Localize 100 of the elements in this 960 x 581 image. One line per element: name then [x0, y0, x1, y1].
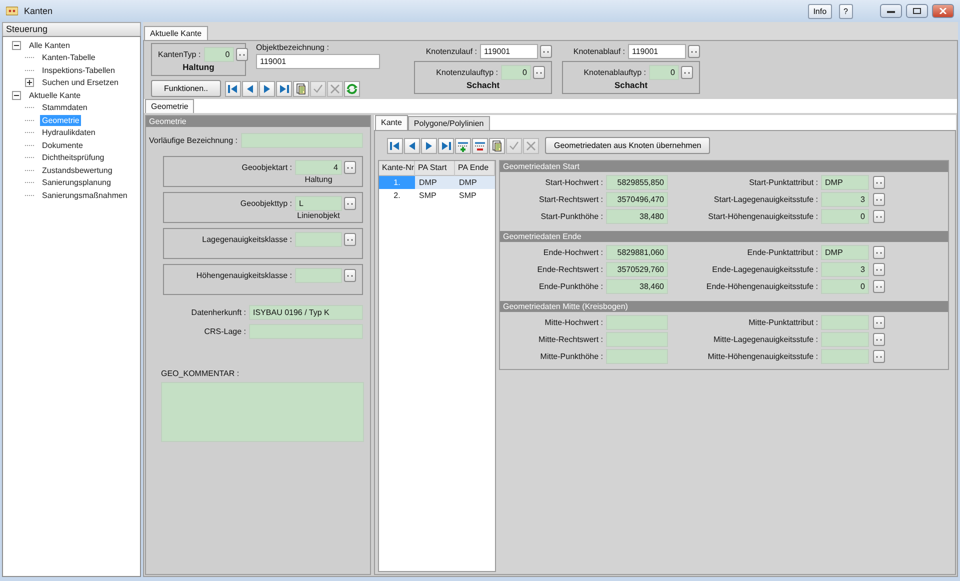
- field-label: Ende-Punktattribut :: [746, 248, 818, 257]
- browse-button[interactable]: [236, 48, 248, 61]
- browse-button[interactable]: [873, 350, 885, 363]
- next-button[interactable]: [259, 80, 275, 96]
- browse-button[interactable]: [344, 269, 356, 282]
- section-header: Geometriedaten Mitte (Kreisbogen): [500, 301, 948, 312]
- field-label: Ende-Lagegenauigkeitsstufe :: [711, 265, 818, 274]
- browse-button[interactable]: [873, 246, 885, 259]
- info-button[interactable]: Info: [808, 4, 832, 18]
- field-label: Ende-Höhengenauigkeitsstufe :: [705, 282, 818, 291]
- input-field[interactable]: 0: [204, 47, 234, 62]
- browse-button[interactable]: [540, 45, 552, 58]
- browse-button[interactable]: [688, 45, 700, 58]
- input-field[interactable]: 4: [295, 160, 342, 175]
- tree-item[interactable]: Dichtheitsprüfung: [40, 152, 106, 164]
- input-field[interactable]: 119001: [628, 44, 686, 59]
- browse-button[interactable]: [873, 176, 885, 189]
- browse-button[interactable]: [873, 263, 885, 276]
- browse-button[interactable]: [873, 333, 885, 346]
- input-field[interactable]: 119001: [256, 54, 380, 69]
- tree-item[interactable]: Suchen und Ersetzen: [40, 77, 120, 88]
- browse-button[interactable]: [344, 197, 356, 210]
- refresh-button[interactable]: [344, 80, 360, 96]
- app-icon: [6, 6, 18, 16]
- tree-item[interactable]: Sanierungsmaßnahmen: [40, 190, 130, 201]
- tree-item[interactable]: Dokumente: [40, 140, 85, 151]
- input-field[interactable]: 119001: [480, 44, 538, 59]
- input-field[interactable]: 0: [649, 65, 679, 80]
- column-header[interactable]: Kante-Nr: [379, 161, 415, 176]
- browse-button[interactable]: [873, 210, 885, 223]
- browse-button[interactable]: [681, 66, 693, 79]
- document-button[interactable]: [293, 80, 309, 96]
- help-button[interactable]: ?: [838, 4, 853, 18]
- field-label: Ende-Rechtswert :: [536, 265, 603, 274]
- field-label: Mitte-Rechtswert :: [538, 335, 603, 344]
- remove-row-button[interactable]: [472, 138, 488, 154]
- close-button[interactable]: [932, 4, 954, 18]
- collapse-icon[interactable]: [12, 90, 21, 100]
- input-field[interactable]: 0: [821, 279, 869, 294]
- browse-button[interactable]: [873, 193, 885, 206]
- last-button[interactable]: [438, 138, 454, 154]
- input-field[interactable]: 5829855,850: [606, 175, 668, 190]
- copy-geometry-button[interactable]: Geometriedaten aus Knoten übernehmen: [545, 137, 710, 154]
- minimize-button[interactable]: [880, 4, 902, 18]
- tab[interactable]: Geometrie: [145, 99, 194, 113]
- column-header[interactable]: PA Ende: [455, 161, 495, 176]
- section-header: Geometrie: [146, 116, 370, 127]
- input-field[interactable]: 3570529,760: [606, 262, 668, 277]
- field-caption: Schacht: [613, 80, 649, 90]
- input-field[interactable]: L: [295, 196, 342, 211]
- table-row[interactable]: 2. SMP SMP: [379, 189, 495, 202]
- field-label: Start-Punktattribut :: [748, 178, 818, 187]
- input-field[interactable]: 0: [501, 65, 531, 80]
- tree-item[interactable]: Inspektions-Tabellen: [40, 64, 117, 76]
- document-icon: [294, 82, 308, 96]
- collapse-icon[interactable]: [12, 40, 21, 50]
- input-field[interactable]: 0: [821, 209, 869, 224]
- column-header[interactable]: PA Start: [415, 161, 455, 176]
- last-button[interactable]: [276, 80, 292, 96]
- input-field[interactable]: 3570496,470: [606, 192, 668, 207]
- first-button[interactable]: [387, 138, 403, 154]
- field-label: Start-Hochwert :: [544, 178, 603, 187]
- field-label: Mitte-Höhengenauigkeitsstufe :: [706, 352, 818, 361]
- tab[interactable]: Kante: [375, 115, 408, 130]
- functions-button[interactable]: Funktionen..: [151, 80, 221, 97]
- input-field[interactable]: 3: [821, 262, 869, 277]
- input-field[interactable]: 38,480: [606, 209, 668, 224]
- browse-button[interactable]: [873, 316, 885, 329]
- field-label: Start-Rechtswert :: [538, 195, 603, 204]
- tree-item[interactable]: Hydraulikdaten: [40, 127, 98, 138]
- previous-button[interactable]: [404, 138, 420, 154]
- input-field[interactable]: 3: [821, 192, 869, 207]
- browse-button[interactable]: [873, 280, 885, 293]
- browse-button[interactable]: [344, 161, 356, 174]
- first-button[interactable]: [225, 80, 241, 96]
- input-field[interactable]: DMP: [821, 175, 869, 190]
- tree-item[interactable]: Zustandsbewertung: [40, 164, 114, 176]
- browse-button[interactable]: [344, 233, 356, 246]
- expand-icon[interactable]: [25, 78, 34, 88]
- tree-item[interactable]: Stammdaten: [40, 102, 90, 114]
- document-button[interactable]: [489, 138, 505, 154]
- input-field[interactable]: ISYBAU 0196 / Typ K: [249, 305, 363, 320]
- field-label: Vorläufige Bezeichnung :: [149, 136, 238, 145]
- next-button[interactable]: [421, 138, 437, 154]
- table-row[interactable]: 1. DMP DMP: [379, 176, 495, 189]
- maximize-button[interactable]: [906, 4, 928, 18]
- field-label: GEO_KOMMENTAR :: [161, 369, 240, 378]
- tree-item[interactable]: Aktuelle Kante: [27, 90, 83, 101]
- tab[interactable]: Aktuelle Kante: [144, 26, 208, 40]
- table-cell-text: 2.: [392, 190, 402, 202]
- browse-button[interactable]: [533, 66, 545, 79]
- input-field[interactable]: 5829881,060: [606, 245, 668, 260]
- input-field[interactable]: 38,460: [606, 279, 668, 294]
- tree-item[interactable]: Alle Kanten: [27, 40, 72, 51]
- previous-button[interactable]: [242, 80, 258, 96]
- tree-item[interactable]: Kanten-Tabelle: [40, 52, 98, 64]
- tab[interactable]: Polygone/Polylinien: [408, 116, 490, 130]
- add-row-button[interactable]: [455, 138, 471, 154]
- input-field[interactable]: DMP: [821, 245, 869, 260]
- tree-item[interactable]: Sanierungsplanung: [40, 177, 113, 188]
